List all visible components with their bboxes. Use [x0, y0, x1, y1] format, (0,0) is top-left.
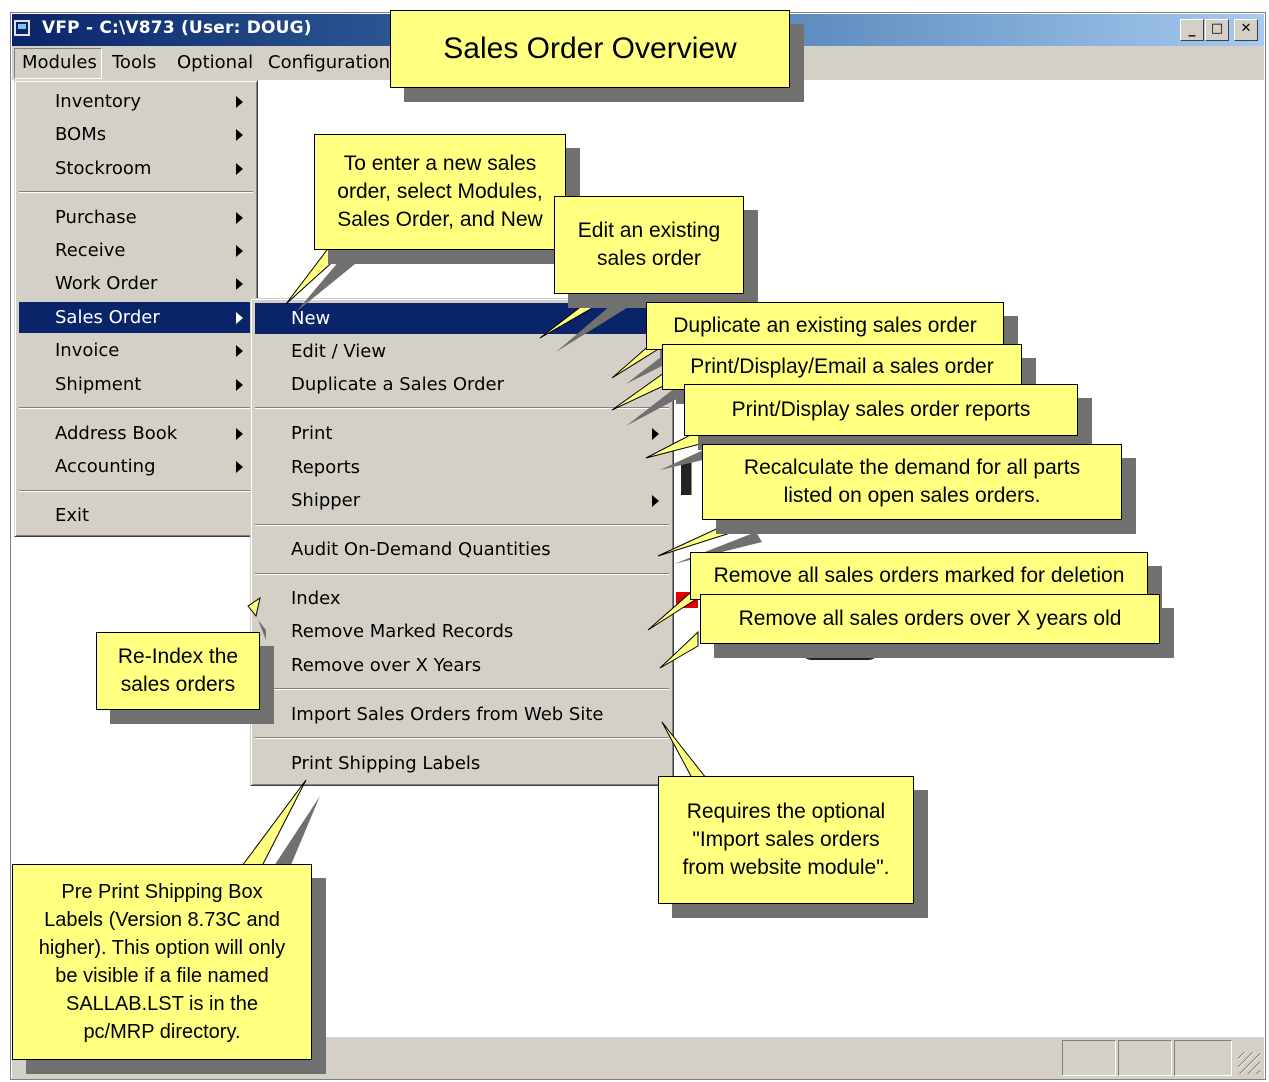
- status-panel: [1118, 1040, 1172, 1076]
- menu-item-work-order[interactable]: Work Order: [19, 268, 253, 299]
- menu-item-edit-view[interactable]: Edit / View: [255, 336, 669, 367]
- close-button[interactable]: ✕: [1234, 19, 1258, 41]
- menu-item-stockroom[interactable]: Stockroom: [19, 153, 253, 184]
- menu-item-boms[interactable]: BOMs: [19, 119, 253, 150]
- menu-item-import-web[interactable]: Import Sales Orders from Web Site: [255, 699, 669, 730]
- menu-configuration[interactable]: Configuration: [268, 52, 390, 73]
- menu-separator: [255, 737, 669, 739]
- menu-separator: [255, 524, 669, 526]
- menu-item-duplicate[interactable]: Duplicate a Sales Order: [255, 369, 669, 400]
- submenu-arrow-icon: [236, 129, 243, 141]
- menu-item-remove-marked[interactable]: Remove Marked Records: [255, 616, 669, 647]
- callout-remove-marked: Remove all sales orders marked for delet…: [690, 552, 1148, 600]
- menu-item-accounting[interactable]: Accounting: [19, 451, 253, 482]
- modules-menu: Inventory BOMs Stockroom Purchase Receiv…: [14, 80, 258, 537]
- menu-item-new[interactable]: New: [255, 303, 669, 334]
- callout-reindex: Re-Index the sales orders: [96, 632, 260, 710]
- resize-grip[interactable]: [1238, 1052, 1260, 1074]
- menu-separator: [19, 191, 253, 193]
- menu-item-inventory[interactable]: Inventory: [19, 86, 253, 117]
- submenu-arrow-icon: [652, 495, 659, 507]
- callout-import: Requires the optional "Import sales orde…: [658, 776, 914, 904]
- submenu-arrow-icon: [652, 428, 659, 440]
- maximize-button[interactable]: □: [1205, 19, 1229, 41]
- menu-item-invoice[interactable]: Invoice: [19, 335, 253, 366]
- menu-item-purchase[interactable]: Purchase: [19, 202, 253, 233]
- menu-modules[interactable]: Modules: [22, 52, 97, 73]
- menu-separator: [255, 573, 669, 575]
- menu-item-print[interactable]: Print: [255, 418, 669, 449]
- callout-duplicate: Duplicate an existing sales order: [646, 302, 1004, 350]
- menu-item-index[interactable]: Index: [255, 583, 669, 614]
- callout-edit: Edit an existing sales order: [554, 196, 744, 294]
- submenu-arrow-icon: [236, 312, 243, 324]
- menu-item-print-shipping-labels[interactable]: Print Shipping Labels: [255, 748, 669, 779]
- status-panel: [1174, 1040, 1232, 1076]
- submenu-arrow-icon: [236, 461, 243, 473]
- menu-item-shipment[interactable]: Shipment: [19, 369, 253, 400]
- callout-new: To enter a new sales order, select Modul…: [314, 134, 566, 250]
- menu-separator: [255, 407, 669, 409]
- menu-item-remove-over-x-years[interactable]: Remove over X Years: [255, 650, 669, 681]
- status-panel: [1062, 1040, 1116, 1076]
- callout-reports: Print/Display sales order reports: [684, 384, 1078, 436]
- menu-item-exit[interactable]: Exit: [19, 500, 253, 531]
- submenu-arrow-icon: [236, 379, 243, 391]
- callout-shipping-labels: Pre Print Shipping Box Labels (Version 8…: [12, 864, 312, 1060]
- menu-tools[interactable]: Tools: [112, 52, 156, 73]
- submenu-arrow-icon: [236, 212, 243, 224]
- menu-optional[interactable]: Optional: [177, 52, 253, 73]
- submenu-arrow-icon: [236, 96, 243, 108]
- menu-separator: [19, 490, 253, 492]
- background-logo-fragment: ı: [676, 440, 697, 510]
- minimize-button[interactable]: _: [1180, 19, 1204, 41]
- menu-separator: [255, 688, 669, 690]
- app-icon[interactable]: [14, 20, 30, 36]
- submenu-arrow-icon: [236, 163, 243, 175]
- submenu-arrow-icon: [236, 278, 243, 290]
- menu-item-audit[interactable]: Audit On-Demand Quantities: [255, 534, 669, 565]
- callout-remove-years: Remove all sales orders over X years old: [700, 594, 1160, 644]
- submenu-arrow-icon: [236, 345, 243, 357]
- menu-separator: [19, 407, 253, 409]
- callout-title: Sales Order Overview: [390, 10, 790, 88]
- menu-item-shipper[interactable]: Shipper: [255, 485, 669, 516]
- callout-audit: Recalculate the demand for all parts lis…: [702, 444, 1122, 520]
- submenu-arrow-icon: [236, 245, 243, 257]
- menu-item-reports[interactable]: Reports: [255, 452, 669, 483]
- menu-item-sales-order[interactable]: Sales Order: [19, 302, 253, 333]
- submenu-arrow-icon: [236, 428, 243, 440]
- sales-order-submenu: New Edit / View Duplicate a Sales Order …: [250, 298, 674, 786]
- menu-item-receive[interactable]: Receive: [19, 235, 253, 266]
- menu-item-address-book[interactable]: Address Book: [19, 418, 253, 449]
- window-title: VFP - C:\V873 (User: DOUG): [42, 18, 312, 38]
